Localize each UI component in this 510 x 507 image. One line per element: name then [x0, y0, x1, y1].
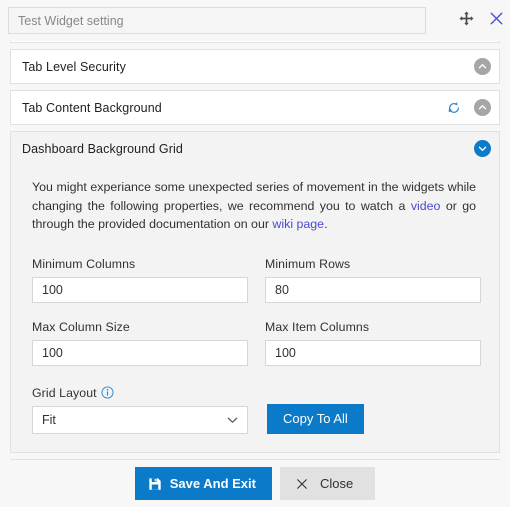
accordion-header[interactable]: Tab Content Background: [11, 91, 499, 124]
grid-layout-row: Grid Layout Fit Copy To All: [32, 386, 478, 434]
grid-layout-selected-value: Fit: [42, 412, 56, 427]
video-link[interactable]: video: [411, 199, 441, 213]
minimum-rows-input[interactable]: [265, 276, 481, 303]
chevron-up-icon[interactable]: [474, 58, 491, 75]
save-floppy-icon: [148, 477, 162, 491]
grid-properties-fields: Minimum Columns Minimum Rows Max Column …: [32, 257, 481, 383]
dialog-footer: Save And Exit Close: [0, 460, 510, 507]
accordion-tab-level-security: Tab Level Security: [10, 49, 500, 84]
copy-to-all-button[interactable]: Copy To All: [267, 403, 364, 434]
field-minimum-columns: Minimum Columns: [32, 257, 248, 303]
max-column-size-input[interactable]: [32, 339, 248, 366]
refresh-icon[interactable]: [446, 100, 461, 115]
field-label: Minimum Rows: [265, 256, 351, 271]
accordion-header[interactable]: Tab Level Security: [11, 50, 499, 83]
helper-text-part1: You might experiance some unexpected ser…: [32, 180, 476, 213]
close-button[interactable]: Close: [279, 467, 376, 500]
max-item-columns-input[interactable]: [265, 339, 481, 366]
titlebar-actions: [456, 8, 506, 28]
accordion-title: Dashboard Background Grid: [22, 141, 183, 156]
helper-text-part3: .: [324, 217, 328, 231]
close-label: Close: [319, 476, 354, 491]
settings-scroll-region[interactable]: Tab Level Security Tab Content Backgroun…: [0, 41, 510, 460]
accordion-header[interactable]: Dashboard Background Grid: [11, 132, 499, 165]
accordion-tools: [446, 99, 491, 116]
field-label: Max Item Columns: [265, 319, 370, 334]
field-minimum-rows: Minimum Rows: [265, 257, 481, 303]
field-label: Minimum Columns: [32, 256, 136, 271]
accordion-dashboard-background-grid: Dashboard Background Grid You might expe…: [10, 131, 500, 453]
settings-panel-list: Tab Level Security Tab Content Backgroun…: [0, 41, 510, 460]
accordion-tools: [474, 140, 491, 157]
accordion-title: Tab Content Background: [22, 100, 162, 115]
grid-layout-select-wrap: Fit: [32, 405, 248, 434]
close-x-icon: [296, 478, 308, 490]
field-label: Grid Layout: [32, 385, 97, 400]
grid-layout-select[interactable]: Fit: [32, 405, 248, 434]
field-grid-layout: Grid Layout Fit: [32, 386, 248, 434]
close-icon[interactable]: [486, 8, 506, 28]
accordion-title: Tab Level Security: [22, 59, 126, 74]
clipped-panel-above: [10, 41, 500, 43]
wiki-page-link[interactable]: wiki page: [272, 217, 324, 231]
field-max-column-size: Max Column Size: [32, 320, 248, 366]
field-max-item-columns: Max Item Columns: [265, 320, 481, 366]
move-arrows-icon[interactable]: [456, 8, 476, 28]
dialog-titlebar: [0, 0, 510, 41]
widget-title-input[interactable]: [8, 7, 426, 34]
grid-layout-label-group: Grid Layout: [32, 386, 248, 400]
field-label: Max Column Size: [32, 319, 130, 334]
chevron-up-icon[interactable]: [474, 99, 491, 116]
chevron-down-icon[interactable]: [474, 140, 491, 157]
save-and-exit-label: Save And Exit: [169, 476, 256, 491]
info-circle-icon[interactable]: [101, 386, 114, 399]
accordion-tools: [474, 58, 491, 75]
accordion-tab-content-background: Tab Content Background: [10, 90, 500, 125]
minimum-columns-input[interactable]: [32, 276, 248, 303]
accordion-body: You might experiance some unexpected ser…: [11, 165, 499, 452]
save-and-exit-button[interactable]: Save And Exit: [134, 467, 272, 500]
helper-text: You might experiance some unexpected ser…: [32, 178, 478, 234]
